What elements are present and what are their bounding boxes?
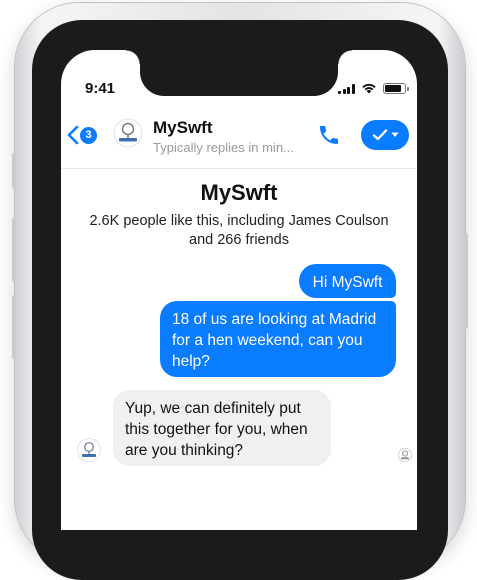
outgoing-message[interactable]: 18 of us are looking at Madrid for a hen… (160, 301, 396, 377)
conversation-title[interactable]: MySwft (153, 118, 213, 138)
power-button (464, 233, 468, 329)
notch (126, 50, 352, 96)
phone-icon[interactable] (317, 123, 341, 147)
wifi-icon (361, 83, 376, 94)
incoming-message[interactable]: Yup, we can definitely put this together… (113, 390, 331, 466)
chevron-left-icon (67, 125, 79, 145)
battery-icon (382, 83, 409, 94)
volume-up-button (12, 218, 16, 282)
status-icons (338, 83, 409, 94)
signal-icon (338, 83, 355, 94)
page-name: MySwft (200, 180, 278, 205)
status-time: 9:41 (85, 80, 116, 97)
mute-switch (12, 153, 16, 189)
messenger-screen: 9:41 3 MySwft Typically replies in min.. (61, 50, 417, 530)
sender-avatar-icon (77, 438, 101, 462)
check-dropdown-icon (372, 129, 387, 141)
chevron-down-icon (391, 132, 398, 137)
outgoing-message[interactable]: Hi MySwft (299, 264, 396, 298)
read-receipt-icon (398, 448, 412, 462)
myswft-logo-icon[interactable] (113, 118, 143, 148)
back-button[interactable]: 3 (67, 125, 97, 145)
unread-badge: 3 (80, 126, 97, 144)
volume-down-button (12, 295, 16, 359)
conversation-header: 3 MySwft Typically replies in min... (61, 110, 417, 169)
page-likes-summary: 2.6K people like this, including James C… (89, 213, 389, 248)
response-time-subtitle: Typically replies in min... (153, 140, 294, 155)
manage-button[interactable] (361, 120, 409, 150)
